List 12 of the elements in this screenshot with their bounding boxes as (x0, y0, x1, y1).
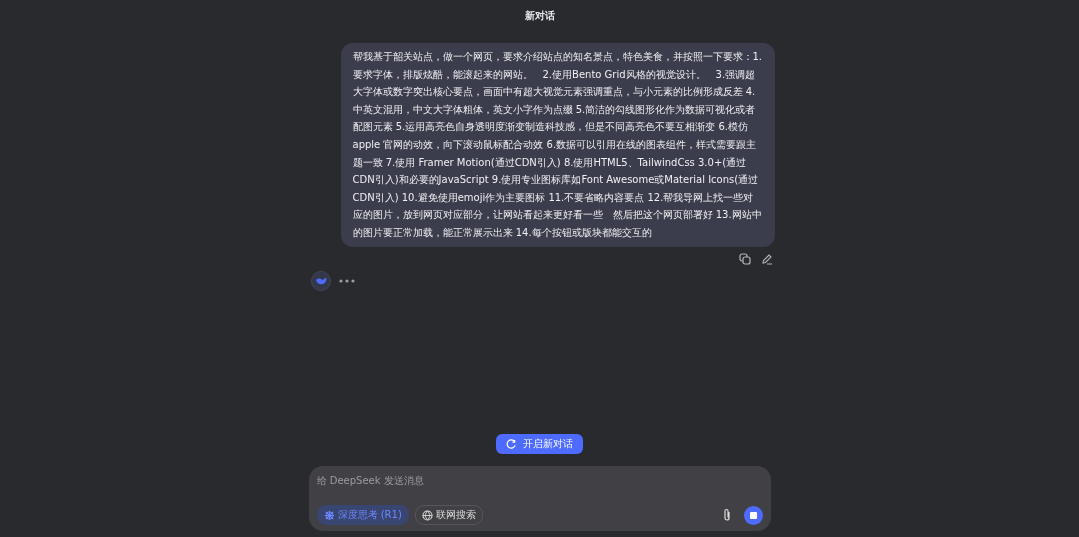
user-message: 帮我基于韶关站点，做一个网页，要求介绍站点的知名景点，特色美食，并按照一下要求：1.要求字体，排版炫酷，能滚起来的网站。 2.使用Bento Grid风格的视觉设计。 3.强调超大字体或数字突出核心要点，画面中有超大视觉元素强调重点，与小元素的比例形成反差 4.中英文混用，中文大字体粗体，英文小字作为点缀 5.简洁的勾线图形化作为数据可视化或者配图元素 5.运用高亮色自身透明度渐变制造科技感，但是不同高亮色不要互相渐变 6.模仿 apple 官网的动效，向下滚动鼠标配合动效 6.数据可以引用在线的图表组件，样式需要跟主题一致 7.使用 Framer Motion(通过CDN引入) 8.使用HTML5、TailwindCss 3.0+(通过CDN引入)和必要的JavaScript 9.使用专业图标库如Font Awesome或Material Icons(通过CDN引入) 10.避免使用emoji作为主要图标 11.不要省略内容要点 12.帮我导网上找一些对应的图片，放到网页对应部分，让网站看起来更好看一些 然后把这个网页部署好 13.网站中的图片要正常加载，能正常展示出来 14.每个按钮或版块都能交互的 (340, 43, 775, 247)
message-composer[interactable]: 给 DeepSeek 发送消息 深度思考 (R1) 联网搜索 (308, 466, 771, 531)
globe-icon (421, 509, 433, 521)
edit-icon[interactable] (760, 252, 773, 265)
mode-toggle[interactable]: 联网搜索 (414, 505, 483, 525)
whale-avatar-icon (310, 270, 331, 291)
chat-title: 新对话 (524, 9, 555, 23)
stop-button[interactable] (743, 505, 763, 525)
copy-icon[interactable] (738, 252, 751, 265)
attach-icon[interactable] (721, 508, 732, 522)
new-chat-button[interactable]: 开启新对话 (496, 434, 583, 454)
refresh-icon (506, 438, 517, 450)
